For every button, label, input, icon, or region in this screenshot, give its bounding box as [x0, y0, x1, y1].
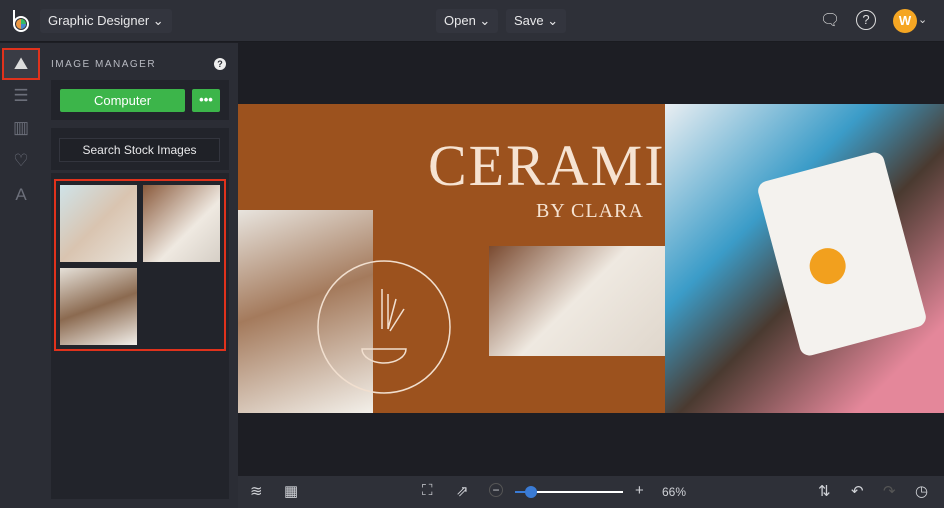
- undo-icon[interactable]: ↶: [851, 482, 864, 500]
- panel-title: IMAGE MANAGER: [51, 59, 157, 70]
- canvas-subtitle[interactable]: BY CLARA: [536, 200, 644, 223]
- design-canvas[interactable]: CERAMICS BY CLARA: [238, 104, 944, 413]
- redo-icon[interactable]: ↷: [883, 482, 896, 500]
- help-icon[interactable]: ?: [214, 58, 226, 70]
- zoom-level: 66%: [662, 485, 687, 499]
- upload-box: Computer •••: [51, 80, 229, 120]
- thumbnail-image[interactable]: [143, 185, 220, 262]
- chevron-down-icon[interactable]: ⌄: [918, 13, 927, 26]
- thumbnail-image[interactable]: [60, 268, 137, 345]
- stock-box: Search Stock Images: [51, 128, 229, 170]
- thumbnail-image[interactable]: [60, 185, 137, 262]
- swap-icon[interactable]: ⇅: [818, 482, 831, 500]
- image-manager-icon[interactable]: ⛰: [2, 48, 40, 80]
- history-icon[interactable]: ◷: [915, 482, 928, 500]
- image-thumbnails: [54, 179, 226, 351]
- layout-icon[interactable]: ▥: [6, 113, 36, 143]
- bowl-emblem-icon[interactable]: [316, 259, 452, 395]
- photo-woman-with-plate[interactable]: [665, 104, 944, 413]
- top-bar: Graphic Designer ⌄ Open ⌄ Save ⌄ 🗨 ? W ⌄: [0, 0, 944, 42]
- adjust-icon[interactable]: ☰: [6, 81, 36, 111]
- canvas-title[interactable]: CERAMICS: [238, 132, 739, 199]
- app-menu-label: Graphic Designer: [48, 13, 150, 28]
- search-stock-images-button[interactable]: Search Stock Images: [59, 138, 220, 162]
- open-label: Open: [444, 13, 476, 28]
- zoom-out-button[interactable]: −: [489, 483, 503, 497]
- painted-plate: [755, 150, 929, 358]
- more-options-button[interactable]: •••: [192, 89, 220, 112]
- layers-icon[interactable]: ≋: [250, 482, 263, 500]
- app-menu-button[interactable]: Graphic Designer ⌄: [40, 9, 172, 33]
- bottom-toolbar: ≋ ▦ ⛶ ⇗ − + 66% ⇅ ↶ ↷ ◷: [238, 476, 944, 508]
- zoom-slider-handle[interactable]: [525, 486, 537, 498]
- save-button[interactable]: Save ⌄: [506, 9, 567, 33]
- template-icon[interactable]: ▦: [284, 482, 298, 500]
- zoom-in-button[interactable]: +: [635, 482, 644, 499]
- image-manager-panel: IMAGE MANAGER ? Computer ••• Search Stoc…: [42, 43, 238, 508]
- save-label: Save: [514, 13, 544, 28]
- comments-icon[interactable]: 🗨: [820, 10, 840, 30]
- heart-icon[interactable]: ♡: [6, 146, 36, 176]
- text-icon[interactable]: A: [6, 180, 36, 210]
- tool-rail: ⛰ ☰ ▥ ♡ A: [0, 43, 42, 508]
- zoom-slider[interactable]: [515, 486, 623, 498]
- avatar[interactable]: W: [893, 9, 917, 33]
- app-logo[interactable]: [10, 9, 32, 33]
- help-icon[interactable]: ?: [856, 10, 876, 30]
- open-button[interactable]: Open ⌄: [436, 9, 499, 33]
- computer-upload-button[interactable]: Computer: [60, 89, 185, 112]
- fit-screen-icon[interactable]: ⛶: [422, 482, 433, 499]
- expand-icon[interactable]: ⇗: [456, 482, 469, 500]
- photo-hands-pottery[interactable]: [489, 246, 692, 356]
